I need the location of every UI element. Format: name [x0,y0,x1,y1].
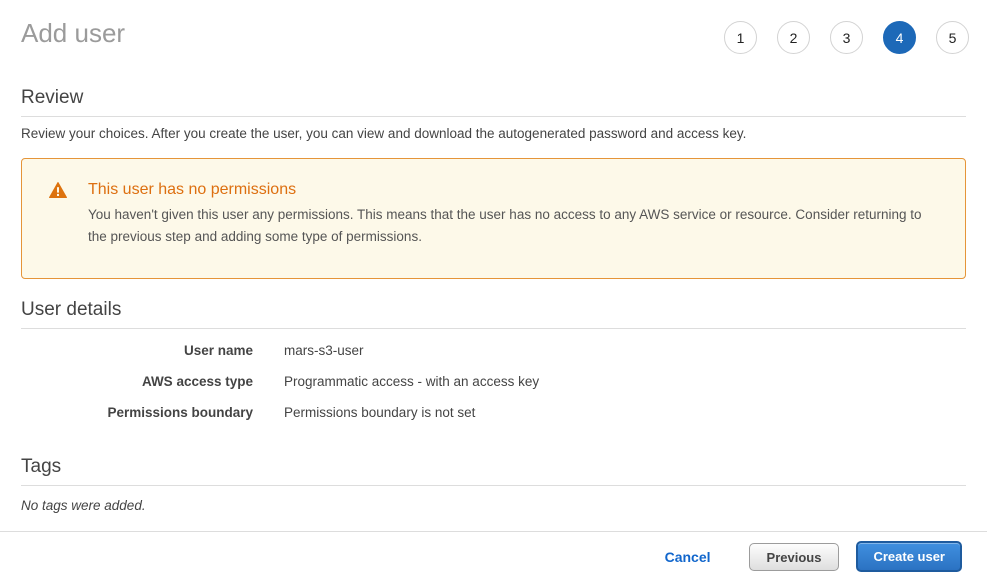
cancel-button[interactable]: Cancel [665,549,711,565]
detail-row-permissions-boundary: Permissions boundary Permissions boundar… [21,397,966,428]
create-user-button[interactable]: Create user [856,541,962,572]
detail-value: Programmatic access - with an access key [284,374,539,389]
step-1-label: 1 [737,30,745,46]
step-2-label: 2 [790,30,798,46]
detail-value: mars-s3-user [284,343,364,358]
review-heading: Review [21,87,966,117]
tags-heading: Tags [21,456,966,486]
detail-value: Permissions boundary is not set [284,405,475,420]
no-permissions-warning: This user has no permissions You haven't… [21,158,966,279]
review-section: Review Review your choices. After you cr… [21,87,966,141]
page-title: Add user [21,18,125,48]
step-4-label: 4 [896,30,904,46]
detail-label: Permissions boundary [21,405,253,420]
wizard-header: Add user 1 2 3 4 5 [21,0,966,54]
user-details-section: User details User name mars-s3-user AWS … [21,299,966,428]
step-5-label: 5 [949,30,957,46]
detail-label: AWS access type [21,374,253,389]
warning-triangle-icon [49,180,88,248]
tags-empty-text: No tags were added. [21,498,966,513]
warning-body: You haven't given this user any permissi… [88,204,939,248]
detail-label: User name [21,343,253,358]
detail-row-access-type: AWS access type Programmatic access - wi… [21,366,966,397]
step-4-current[interactable]: 4 [883,21,916,54]
warning-title: This user has no permissions [88,180,939,200]
previous-button[interactable]: Previous [749,543,840,571]
user-details-rows: User name mars-s3-user AWS access type P… [21,335,966,428]
review-description: Review your choices. After you create th… [21,126,966,141]
step-2[interactable]: 2 [777,21,810,54]
warning-text-block: This user has no permissions You haven't… [88,180,939,248]
user-details-heading: User details [21,299,966,329]
detail-row-user-name: User name mars-s3-user [21,335,966,366]
step-5[interactable]: 5 [936,21,969,54]
step-3-label: 3 [843,30,851,46]
wizard-footer: Cancel Previous Create user [0,531,987,581]
step-3[interactable]: 3 [830,21,863,54]
tags-section: Tags No tags were added. [21,456,966,513]
step-1[interactable]: 1 [724,21,757,54]
step-indicator: 1 2 3 4 5 [724,21,969,54]
